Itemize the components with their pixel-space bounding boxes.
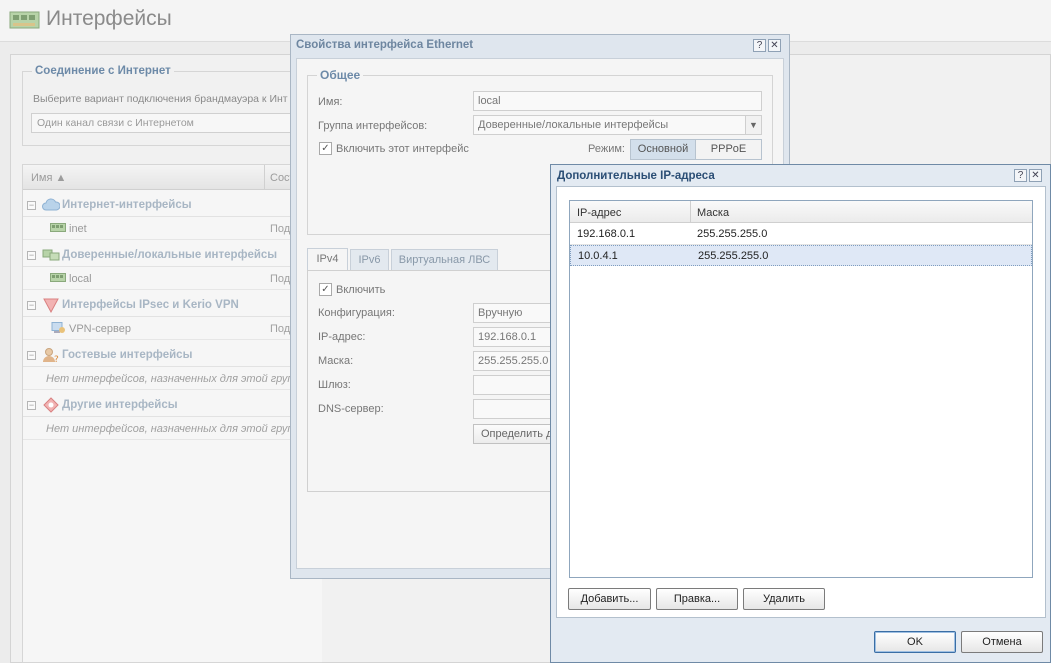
vpn-server-icon <box>51 322 65 333</box>
local-network-icon <box>42 249 60 261</box>
interface-name: local <box>69 273 92 285</box>
enable-interface-checkbox[interactable]: ✓ <box>319 142 332 155</box>
config-label: Конфигурация: <box>318 307 395 319</box>
group-label: Доверенные/локальные интерфейсы <box>62 249 278 261</box>
interface-state: Под <box>270 323 291 335</box>
interface-group-label: Группа интерфейсов: <box>318 120 428 132</box>
group-internet[interactable]: − Интернет-интерфейсы <box>23 195 291 217</box>
name-label: Имя: <box>318 96 343 108</box>
add-button[interactable]: Добавить... <box>568 588 651 610</box>
collapse-icon[interactable]: − <box>27 301 36 310</box>
general-legend: Общее <box>317 68 364 82</box>
collapse-icon[interactable]: − <box>27 401 36 410</box>
group-other[interactable]: − Другие интерфейсы <box>23 395 291 417</box>
tab-vlan[interactable]: Виртуальная ЛВС <box>391 249 498 270</box>
interfaces-grid-header: Имя ▲ Сост <box>23 165 295 190</box>
dns-label: DNS-сервер: <box>318 403 384 415</box>
tab-ipv6[interactable]: IPv6 <box>350 249 389 270</box>
interface-state: Под <box>270 223 291 235</box>
group-trusted[interactable]: − Доверенные/локальные интерфейсы <box>23 245 291 267</box>
connection-description: Выберите вариант подключения брандмауэра… <box>33 93 288 105</box>
tab-ipv4[interactable]: IPv4 <box>307 248 348 270</box>
interface-row-local[interactable]: local Под <box>23 268 291 290</box>
shield-icon <box>43 298 59 313</box>
empty-group-message: Нет интерфейсов, назначенных для этой гр… <box>23 368 308 390</box>
ipv4-enable-label: Включить <box>336 284 386 296</box>
connection-legend: Соединение с Интернет <box>32 65 174 77</box>
empty-text: Нет интерфейсов, назначенных для этой гр… <box>46 373 308 385</box>
gateway-label: Шлюз: <box>318 379 351 391</box>
name-field[interactable]: local <box>473 91 762 111</box>
group-label: Интернет-интерфейсы <box>62 199 192 211</box>
collapse-icon[interactable]: − <box>27 251 36 260</box>
interface-row-inet[interactable]: inet Под <box>23 218 291 240</box>
column-name-header[interactable]: Имя ▲ <box>31 172 66 184</box>
help-icon[interactable]: ? <box>753 39 766 52</box>
edit-button[interactable]: Правка... <box>656 588 738 610</box>
close-icon[interactable]: ✕ <box>768 39 781 52</box>
dialog-title: Свойства интерфейса Ethernet <box>296 39 474 51</box>
group-guest[interactable]: − ? Гостевые интерфейсы <box>23 345 291 367</box>
help-icon[interactable]: ? <box>1014 169 1027 182</box>
interface-row-vpn-server[interactable]: VPN-сервер Под <box>23 318 291 340</box>
cancel-button[interactable]: Отмена <box>961 631 1043 653</box>
interface-group-value: Доверенные/локальные интерфейсы <box>478 119 669 131</box>
empty-group-message: Нет интерфейсов, назначенных для этой гр… <box>23 418 308 440</box>
svg-text:?: ? <box>54 355 59 363</box>
ok-button[interactable]: OK <box>874 631 956 653</box>
interface-state: Под <box>270 273 291 285</box>
network-card-icon <box>50 273 66 282</box>
group-label: Другие интерфейсы <box>62 399 178 411</box>
dialog-title: Дополнительные IP-адреса <box>557 170 715 182</box>
group-vpn[interactable]: − Интерфейсы IPsec и Kerio VPN <box>23 295 291 317</box>
mode-pppoe-button[interactable]: PPPoE <box>695 139 762 160</box>
mask-cell: 255.255.255.0 <box>698 250 769 262</box>
group-label: Интерфейсы IPsec и Kerio VPN <box>62 299 239 311</box>
ipv4-enable-checkbox[interactable]: ✓ <box>319 283 332 296</box>
column-separator <box>690 201 691 223</box>
ip-grid-header <box>570 201 1032 223</box>
network-card-icon <box>9 11 40 29</box>
interface-group-select[interactable]: Доверенные/локальные интерфейсы ▼ <box>473 115 762 135</box>
delete-button[interactable]: Удалить <box>743 588 825 610</box>
collapse-icon[interactable]: − <box>27 351 36 360</box>
ip-cell: 10.0.4.1 <box>578 250 618 262</box>
ip-cell: 192.168.0.1 <box>577 228 636 240</box>
connection-fieldset <box>22 71 322 146</box>
column-separator <box>264 165 265 190</box>
interface-name: VPN-сервер <box>69 323 131 335</box>
network-card-icon <box>50 223 66 232</box>
chevron-down-icon[interactable]: ▼ <box>745 116 761 134</box>
group-label: Гостевые интерфейсы <box>62 349 193 361</box>
mask-cell: 255.255.255.0 <box>697 228 768 240</box>
empty-text: Нет интерфейсов, назначенных для этой гр… <box>46 423 308 435</box>
table-row-selected[interactable]: 10.0.4.1 255.255.255.0 <box>570 245 1032 266</box>
connection-mode-select[interactable]: Один канал связи с Интернетом <box>31 113 301 133</box>
table-row[interactable]: 192.168.0.1 255.255.255.0 <box>570 224 1032 245</box>
ip-address-label: IP-адрес: <box>318 331 366 343</box>
mask-label: Маска: <box>318 355 354 367</box>
cloud-icon <box>42 198 60 211</box>
enable-interface-label: Включить этот интерфейс <box>336 143 469 155</box>
dialog-titlebar[interactable]: Свойства интерфейса Ethernet ? ✕ <box>291 35 789 57</box>
page-title: Интерфейсы <box>46 7 172 30</box>
mode-primary-button[interactable]: Основной <box>630 139 696 160</box>
close-icon[interactable]: ✕ <box>1029 169 1042 182</box>
column-ip-header[interactable]: IP-адрес <box>577 207 621 219</box>
other-interfaces-icon <box>43 397 59 413</box>
column-mask-header[interactable]: Маска <box>697 207 729 219</box>
interface-name: inet <box>69 223 87 235</box>
guest-users-icon: ? <box>43 348 59 363</box>
collapse-icon[interactable]: − <box>27 201 36 210</box>
mode-label: Режим: <box>588 143 625 155</box>
